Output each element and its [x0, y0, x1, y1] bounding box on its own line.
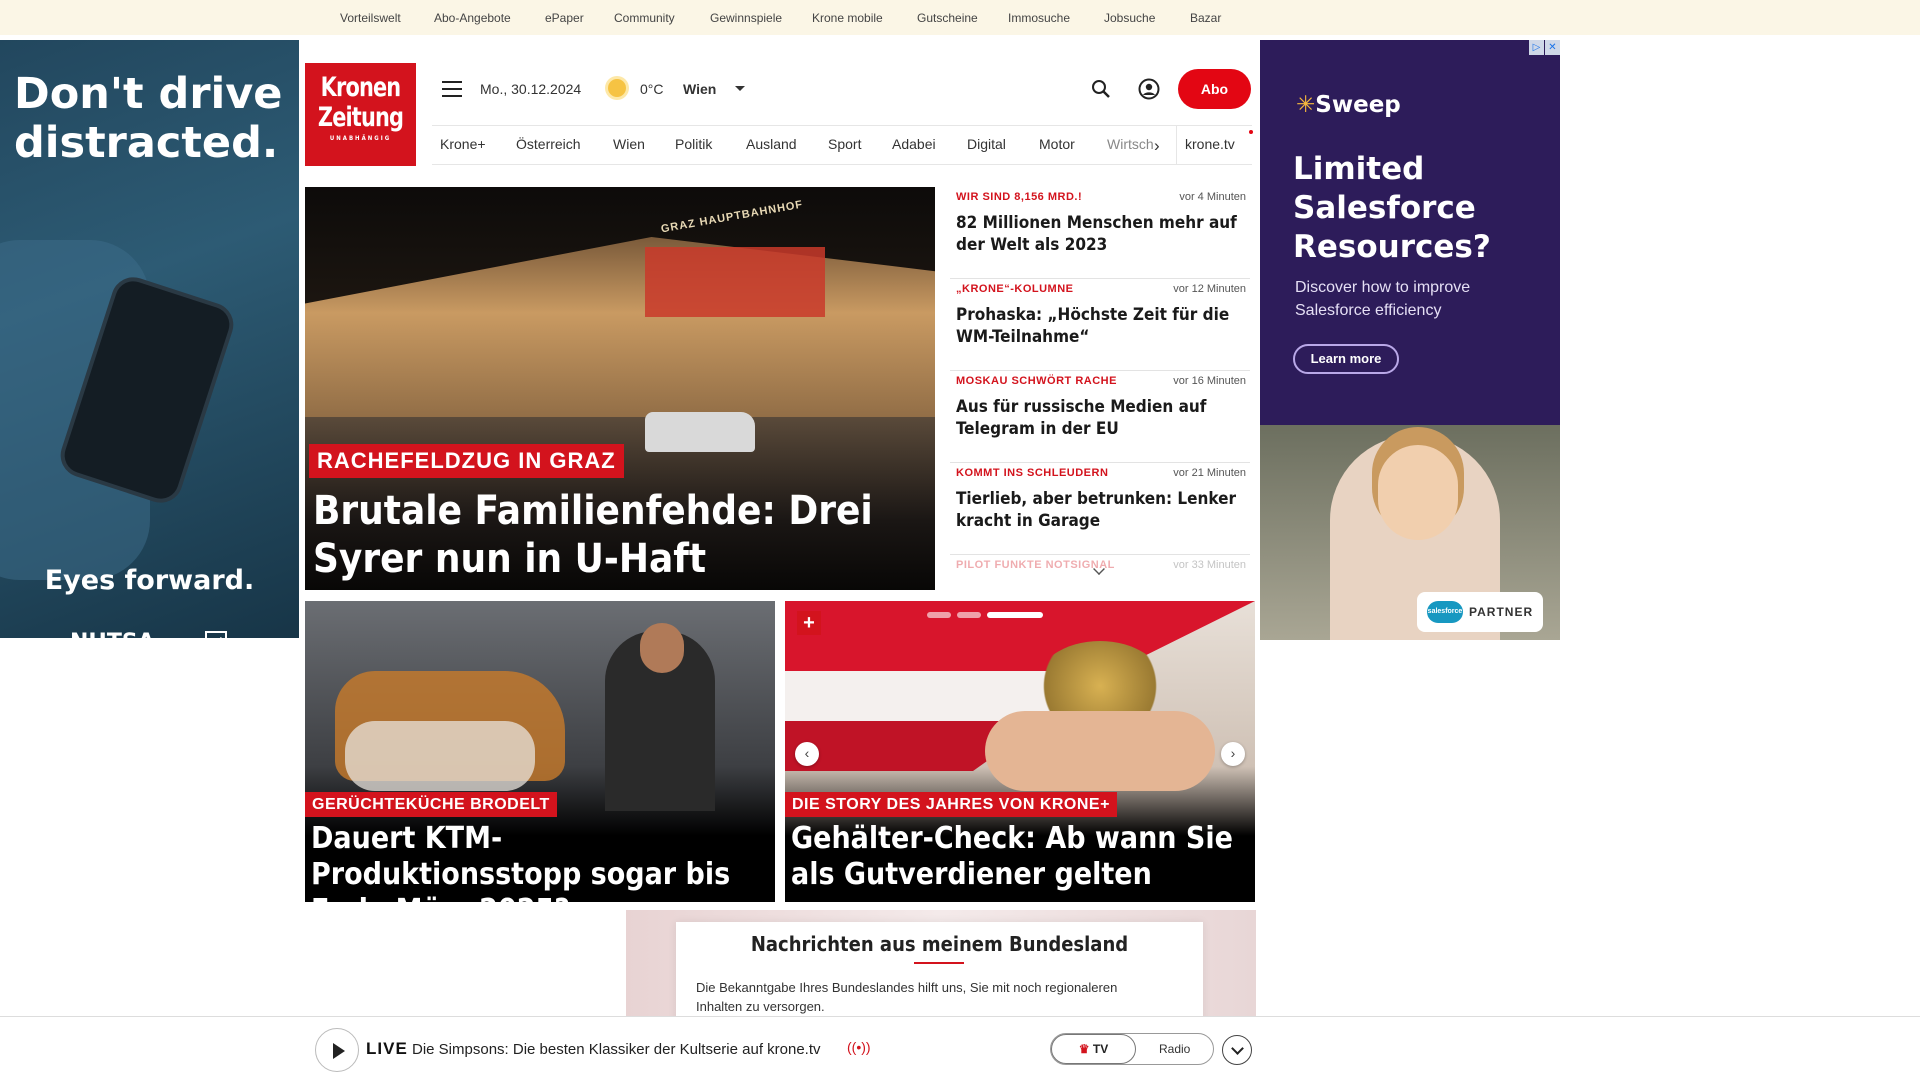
- region-heading-underline: [914, 962, 964, 964]
- list-item-time: vor 16 Minuten: [1173, 375, 1246, 387]
- carousel-next-icon[interactable]: ›: [1221, 742, 1245, 766]
- topbar-link-gutscheine[interactable]: Gutscheine: [917, 11, 978, 25]
- list-item-time: vor 21 Minuten: [1173, 467, 1246, 479]
- nav-item-ausland[interactable]: Ausland: [746, 136, 797, 152]
- teaser-gehaelter[interactable]: + ‹ › DIE STORY DES JAHRES VON KRONE+ Ge…: [785, 601, 1255, 902]
- list-item-time: vor 33 Minuten: [1173, 559, 1246, 571]
- nav-item-sport[interactable]: Sport: [828, 136, 861, 152]
- list-item-kicker: PILOT FUNKTE NOTSIGNAL: [956, 559, 1115, 571]
- list-item-time: vor 4 Minuten: [1179, 191, 1246, 203]
- region-heading: Nachrichten aus meinem Bundesland: [750, 932, 1129, 956]
- temperature: 0°C: [640, 81, 664, 97]
- list-item-kicker: MOSKAU SCHWÖRT RACHE: [956, 375, 1117, 387]
- live-label: LIVE: [366, 1039, 408, 1058]
- nav-divider: [1176, 126, 1177, 164]
- current-date: Mo., 30.12.2024: [480, 81, 582, 97]
- police-car-image: [645, 412, 755, 452]
- broadcast-icon: ((•)): [847, 1039, 871, 1055]
- ad-right-title: Limited Salesforce Resources?: [1293, 151, 1491, 265]
- teaser-ktm[interactable]: GERÜCHTEKÜCHE BRODELT Dauert KTM-Produkt…: [305, 601, 775, 902]
- list-item-title[interactable]: Prohaska: „Höchste Zeit für die WM-Teiln…: [956, 304, 1246, 348]
- nav-scroll-right-icon[interactable]: ›: [1154, 136, 1160, 156]
- teaser-title[interactable]: Gehälter-Check: Ab wann Sie als Gutverdi…: [791, 821, 1251, 893]
- crown-icon: ♛: [1078, 1042, 1090, 1056]
- radio-tab[interactable]: Radio: [1159, 1042, 1190, 1056]
- list-item[interactable]: WIR SIND 8,156 MRD.! vor 4 Minuten 82 Mi…: [950, 187, 1250, 279]
- hero-article[interactable]: GRAZ HAUPTBAHNHOF RACHEFELDZUG IN GRAZ B…: [305, 187, 935, 590]
- topbar-link-vorteilswelt[interactable]: Vorteilswelt: [340, 11, 401, 25]
- top-utility-bar: Vorteilswelt Abo-Angebote ePaper Communi…: [0, 0, 1920, 35]
- list-item-kicker: „KRONE“-KOLUMNE: [956, 283, 1074, 295]
- live-program-title[interactable]: Die Simpsons: Die besten Klassiker der K…: [412, 1041, 821, 1058]
- play-icon[interactable]: [315, 1028, 359, 1072]
- krone-plus-icon: +: [797, 611, 821, 635]
- list-item[interactable]: MOSKAU SCHWÖRT RACHE vor 16 Minuten Aus …: [950, 371, 1250, 463]
- list-item-kicker: KOMMT INS SCHLEUDERN: [956, 467, 1109, 479]
- weather-sun-icon: [608, 79, 626, 97]
- list-item-title[interactable]: Aus für russische Medien auf Telegram in…: [956, 396, 1246, 440]
- right-advertisement[interactable]: ✳Sweep Limited Salesforce Resources? Dis…: [1260, 40, 1560, 640]
- chevron-down-icon[interactable]: [735, 86, 745, 91]
- adchoices-icon[interactable]: ▷: [1529, 40, 1544, 55]
- nav-item-krone-tv[interactable]: krone.tv: [1185, 136, 1235, 152]
- ad-council-logo: ad: [205, 631, 227, 638]
- region-text: Die Bekanntgabe Ihres Bundeslandes hilft…: [696, 980, 1118, 1014]
- user-account-icon[interactable]: [1138, 78, 1160, 100]
- topbar-link-immosuche[interactable]: Immosuche: [1008, 11, 1070, 25]
- nav-item-wien[interactable]: Wien: [613, 136, 645, 152]
- list-item-time: vor 12 Minuten: [1173, 283, 1246, 295]
- topbar-link-gewinnspiele[interactable]: Gewinnspiele: [710, 11, 782, 25]
- sweep-logo: ✳Sweep: [1296, 92, 1401, 118]
- nav-item-politik[interactable]: Politik: [675, 136, 712, 152]
- topbar-link-abo-angebote[interactable]: Abo-Angebote: [434, 11, 511, 25]
- main-navigation: Krone+ Österreich Wien Politik Ausland S…: [432, 125, 1253, 165]
- chevron-down-icon[interactable]: [1222, 1035, 1252, 1065]
- latest-news-list: WIR SIND 8,156 MRD.! vor 4 Minuten 82 Mi…: [950, 187, 1250, 597]
- teaser-title[interactable]: Dauert KTM-Produktionsstopp sogar bis En…: [311, 821, 771, 902]
- list-item-title[interactable]: Tierlieb, aber betrunken: Lenker kracht …: [956, 488, 1246, 532]
- nhtsa-logo: NHTSA: [70, 630, 155, 638]
- tv-radio-toggle[interactable]: ♛ TV Radio: [1050, 1033, 1214, 1065]
- topbar-link-bazar[interactable]: Bazar: [1190, 11, 1221, 25]
- close-ad-icon[interactable]: ✕: [1545, 40, 1560, 55]
- hero-kicker: RACHEFELDZUG IN GRAZ: [309, 444, 624, 478]
- salesforce-partner-badge: salesforce PARTNER: [1417, 592, 1543, 632]
- carousel-indicator[interactable]: [927, 605, 1049, 623]
- teaser-kicker: DIE STORY DES JAHRES VON KRONE+: [785, 792, 1117, 817]
- nav-item-digital[interactable]: Digital: [967, 136, 1006, 152]
- list-item-kicker: WIR SIND 8,156 MRD.!: [956, 191, 1083, 203]
- kronen-zeitung-logo[interactable]: Kronen Zeitung UNABHÄNGIG: [305, 63, 416, 166]
- salesforce-logo: salesforce: [1427, 601, 1463, 623]
- list-item[interactable]: KOMMT INS SCHLEUDERN vor 21 Minuten Tier…: [950, 463, 1250, 555]
- topbar-link-epaper[interactable]: ePaper: [545, 11, 584, 25]
- abo-button[interactable]: Abo: [1178, 69, 1251, 109]
- hero-headline[interactable]: Brutale Familienfehde: Drei Syrer nun in…: [313, 487, 923, 583]
- left-advertisement[interactable]: Don't drive distracted. Eyes forward. NH…: [0, 40, 299, 638]
- learn-more-button[interactable]: Learn more: [1293, 344, 1399, 374]
- live-dot-icon: [1249, 130, 1253, 134]
- nav-item-krone-plus[interactable]: Krone+: [440, 136, 486, 152]
- topbar-link-krone-mobile[interactable]: Krone mobile: [812, 11, 883, 25]
- nav-item-adabei[interactable]: Adabei: [892, 136, 936, 152]
- nav-item-wirtschaft[interactable]: Wirtsch: [1107, 136, 1154, 152]
- nav-item-motor[interactable]: Motor: [1039, 136, 1075, 152]
- topbar-link-community[interactable]: Community: [614, 11, 675, 25]
- ad-right-description: Discover how to improve Salesforce effic…: [1295, 279, 1471, 319]
- ad-tagline: Eyes forward.: [44, 565, 255, 596]
- tv-tab[interactable]: ♛ TV: [1051, 1034, 1136, 1064]
- list-item-title[interactable]: 82 Millionen Menschen mehr auf der Welt …: [956, 212, 1246, 256]
- search-icon[interactable]: [1091, 79, 1111, 99]
- list-item[interactable]: PILOT FUNKTE NOTSIGNAL vor 33 Minuten: [950, 555, 1250, 597]
- list-item[interactable]: „KRONE“-KOLUMNE vor 12 Minuten Prohaska:…: [950, 279, 1250, 371]
- hand-image: [985, 711, 1215, 791]
- live-player-bar: LIVE Die Simpsons: Die besten Klassiker …: [0, 1016, 1920, 1080]
- ad-headline: Don't drive distracted.: [14, 69, 283, 168]
- teaser-kicker: GERÜCHTEKÜCHE BRODELT: [305, 792, 557, 817]
- city-selector[interactable]: Wien: [683, 81, 716, 97]
- carousel-prev-icon[interactable]: ‹: [795, 742, 819, 766]
- menu-icon[interactable]: [442, 81, 462, 97]
- nav-item-oesterreich[interactable]: Österreich: [516, 136, 581, 152]
- topbar-link-jobsuche[interactable]: Jobsuche: [1104, 11, 1155, 25]
